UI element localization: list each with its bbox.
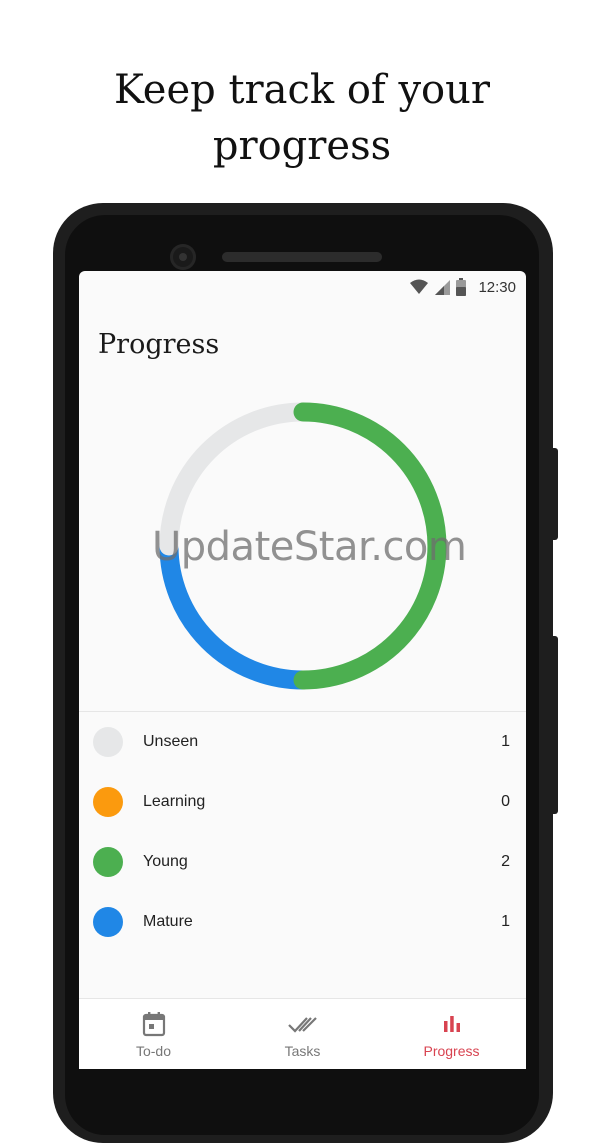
cell-signal-icon	[435, 280, 451, 295]
unseen-color-dot	[93, 727, 123, 757]
bar-chart-icon	[442, 1011, 462, 1037]
legend-count: 0	[501, 793, 510, 810]
legend-label: Young	[143, 853, 188, 870]
page-title: Progress	[98, 329, 220, 360]
legend-row-unseen: Unseen 1	[79, 712, 526, 772]
nav-item-tasks[interactable]: Tasks	[228, 999, 377, 1069]
wifi-icon	[410, 279, 429, 294]
power-button	[552, 448, 558, 540]
status-time: 12:30	[478, 278, 516, 296]
nav-label-todo: To-do	[135, 1043, 172, 1059]
legend-count: 1	[501, 733, 510, 750]
learning-color-dot	[93, 787, 123, 817]
headline-line-1: Keep track of your	[113, 67, 491, 113]
earpiece-speaker	[222, 252, 382, 262]
young-color-dot	[93, 847, 123, 877]
status-icons: 12:30	[410, 277, 516, 297]
legend-count: 1	[501, 913, 510, 930]
legend-row-mature: Mature 1	[79, 892, 526, 952]
calendar-icon	[142, 1011, 166, 1037]
nav-item-progress[interactable]: Progress	[377, 999, 526, 1069]
bottom-navigation: To-do Tasks Progress	[79, 998, 526, 1069]
headline-line-2: progress	[212, 123, 392, 169]
nav-label-tasks: Tasks	[284, 1043, 321, 1059]
legend-list: Unseen 1 Learning 0 Young 2 Mature 1	[79, 711, 526, 952]
legend-row-learning: Learning 0	[79, 772, 526, 832]
nav-label-progress: Progress	[423, 1043, 480, 1059]
legend-label: Unseen	[143, 733, 199, 750]
front-camera	[170, 244, 196, 270]
volume-button	[552, 636, 558, 814]
legend-label: Learning	[143, 793, 206, 810]
mature-color-dot	[93, 907, 123, 937]
double-check-icon	[287, 1011, 318, 1037]
watermark: UpdateStar.com	[152, 524, 467, 570]
app-screen: 12:30 Progress Unseen 1 Learning 0 Young…	[79, 271, 526, 1069]
legend-label: Mature	[143, 913, 193, 930]
headline: Keep track of your progress	[0, 62, 604, 174]
nav-item-todo[interactable]: To-do	[79, 999, 228, 1069]
legend-count: 2	[501, 853, 510, 870]
battery-icon	[456, 278, 467, 296]
status-bar: 12:30	[79, 271, 526, 303]
legend-row-young: Young 2	[79, 832, 526, 892]
